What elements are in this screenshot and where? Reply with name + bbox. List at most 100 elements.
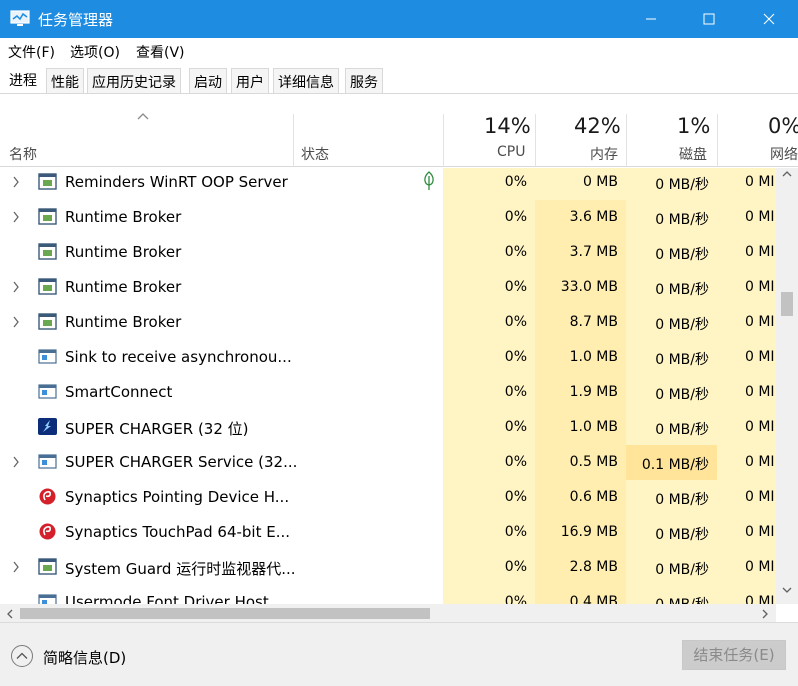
service-window-icon xyxy=(38,454,57,469)
table-row[interactable]: Sink to receive asynchronou... 0% 1.0 MB 0 … xyxy=(0,340,776,375)
tab-processes[interactable]: 进程 xyxy=(4,66,42,94)
table-row[interactable]: System Guard 运行时监视器代... 0% 2.8 MB 0 MB/秒 0 M… xyxy=(0,550,776,585)
cpu-cell: 0% xyxy=(443,375,535,410)
column-divider[interactable] xyxy=(535,114,536,167)
close-button[interactable] xyxy=(740,0,798,38)
disk-cell: 0 MB/秒 xyxy=(626,168,717,200)
window-title: 任务管理器 xyxy=(38,11,114,29)
table-row[interactable]: Runtime Broker 0% 33.0 MB 0 MB/秒 0 MI xyxy=(0,270,776,305)
minimize-button[interactable] xyxy=(622,0,680,38)
service-window-icon xyxy=(38,594,57,604)
cpu-cell: 0% xyxy=(443,235,535,270)
cpu-cell: 0% xyxy=(443,550,535,585)
network-cell: 0 MI xyxy=(717,550,776,585)
expand-chevron-icon[interactable] xyxy=(12,211,20,223)
column-cpu[interactable]: CPU xyxy=(497,144,525,160)
table-row[interactable]: Reminders WinRT OOP Server 0% 0 MB 0 MB/秒 0 … xyxy=(0,168,776,200)
table-row[interactable]: Runtime Broker 0% 3.6 MB 0 MB/秒 0 MI xyxy=(0,200,776,235)
tab-performance[interactable]: 性能 xyxy=(46,68,84,94)
table-row[interactable]: Synaptics TouchPad 64-bit E... 0% 16.9 MB 0… xyxy=(0,515,776,550)
expand-chevron-icon[interactable] xyxy=(12,561,20,573)
disk-cell: 0 MB/秒 xyxy=(626,375,717,410)
memory-cell: 33.0 MB xyxy=(535,270,626,305)
disk-cell: 0 MB/秒 xyxy=(626,270,717,305)
network-cell: 0 MI xyxy=(717,340,776,375)
fewer-details-link[interactable]: 简略信息(D) xyxy=(43,647,126,668)
expand-chevron-icon[interactable] xyxy=(12,281,20,293)
column-memory[interactable]: 内存 xyxy=(590,144,618,164)
network-cell: 0 MI xyxy=(717,168,776,200)
tab-users[interactable]: 用户 xyxy=(231,68,269,94)
cpu-cell: 0% xyxy=(443,480,535,515)
horizontal-scroll-thumb[interactable] xyxy=(20,608,430,619)
app-window-icon xyxy=(38,208,57,225)
memory-cell: 1.9 MB xyxy=(535,375,626,410)
process-name: SUPER CHARGER Service (32... xyxy=(65,453,298,471)
column-divider[interactable] xyxy=(443,114,444,167)
end-task-button[interactable]: 结束任务(E) xyxy=(682,640,786,670)
memory-cell: 3.7 MB xyxy=(535,235,626,270)
table-row[interactable]: Usermode Font Driver Host 0%0.4 MB0 MB/秒0… xyxy=(0,585,776,604)
column-divider[interactable] xyxy=(717,114,718,167)
scroll-up-icon[interactable] xyxy=(782,170,792,178)
disk-cell: 0 MB/秒 xyxy=(626,235,717,270)
tab-startup[interactable]: 启动 xyxy=(189,68,227,94)
menu-options[interactable]: 选项(O) xyxy=(70,42,120,62)
network-cell: 0 MI xyxy=(717,235,776,270)
footer: 简略信息(D) 结束任务(E) xyxy=(0,622,798,686)
app-window-icon xyxy=(38,278,57,295)
table-row[interactable]: SUPER CHARGER Service (32... 0% 0.5 MB 0.1 … xyxy=(0,445,776,480)
column-divider[interactable] xyxy=(626,114,627,167)
disk-cell: 0.1 MB/秒 xyxy=(626,445,717,480)
menu-file[interactable]: 文件(F) xyxy=(8,42,55,62)
vertical-scroll-thumb[interactable] xyxy=(781,292,793,316)
disk-cell: 0 MB/秒 xyxy=(626,585,717,604)
sort-ascending-icon[interactable] xyxy=(137,112,149,120)
collapse-chevron-icon[interactable] xyxy=(10,644,34,668)
column-disk[interactable]: 磁盘 xyxy=(679,144,707,164)
process-name: SUPER CHARGER (32 位) xyxy=(65,420,249,438)
expand-chevron-icon[interactable] xyxy=(12,456,20,468)
column-network[interactable]: 网络 xyxy=(770,144,798,164)
tab-app-history[interactable]: 应用历史记录 xyxy=(87,68,181,94)
maximize-icon xyxy=(703,13,715,25)
process-name: Runtime Broker xyxy=(65,278,182,296)
network-percent[interactable]: 0% xyxy=(768,114,798,138)
super-charger-icon xyxy=(38,418,57,435)
column-header: 名称 状态 14% CPU 42% 内存 1% 磁盘 0% 网络 xyxy=(0,94,798,167)
vertical-scrollbar[interactable] xyxy=(776,168,798,604)
disk-cell: 0 MB/秒 xyxy=(626,550,717,585)
maximize-button[interactable] xyxy=(680,0,738,38)
app-window-icon xyxy=(38,173,57,190)
tab-services[interactable]: 服务 xyxy=(345,68,383,94)
table-row[interactable]: SmartConnect 0% 1.9 MB 0 MB/秒 0 MI xyxy=(0,375,776,410)
column-name[interactable]: 名称 xyxy=(9,144,37,164)
scroll-right-icon[interactable] xyxy=(761,609,769,619)
memory-cell: 2.8 MB xyxy=(535,550,626,585)
table-row[interactable]: Runtime Broker 0% 8.7 MB 0 MB/秒 0 MI xyxy=(0,305,776,340)
table-row[interactable]: Synaptics Pointing Device H... 0% 0.6 MB 0 … xyxy=(0,480,776,515)
expand-chevron-icon[interactable] xyxy=(12,316,20,328)
disk-cell: 0 MB/秒 xyxy=(626,340,717,375)
tab-details[interactable]: 详细信息 xyxy=(273,68,339,94)
memory-percent[interactable]: 42% xyxy=(574,114,621,138)
column-divider[interactable] xyxy=(293,114,294,167)
column-status[interactable]: 状态 xyxy=(301,144,329,164)
memory-cell: 1.0 MB xyxy=(535,410,626,445)
disk-percent[interactable]: 1% xyxy=(677,114,710,138)
table-row[interactable]: Runtime Broker 0% 3.7 MB 0 MB/秒 0 MI xyxy=(0,235,776,270)
process-name: SmartConnect xyxy=(65,383,173,401)
table-row[interactable]: SUPER CHARGER (32 位) 0% 1.0 MB 0 MB/秒 0 MI xyxy=(0,410,776,445)
network-cell: 0 MI xyxy=(717,585,776,604)
app-window-icon xyxy=(38,243,57,260)
expand-chevron-icon[interactable] xyxy=(12,176,20,188)
scroll-left-icon[interactable] xyxy=(6,609,14,619)
cpu-percent[interactable]: 14% xyxy=(484,114,531,138)
process-name: System Guard 运行时监视器代... xyxy=(65,560,296,578)
disk-cell: 0 MB/秒 xyxy=(626,410,717,445)
scroll-down-icon[interactable] xyxy=(782,586,792,594)
horizontal-scrollbar[interactable] xyxy=(0,604,776,622)
cpu-cell: 0% xyxy=(443,585,535,604)
menu-view[interactable]: 查看(V) xyxy=(136,42,185,62)
process-name: Runtime Broker xyxy=(65,243,182,261)
